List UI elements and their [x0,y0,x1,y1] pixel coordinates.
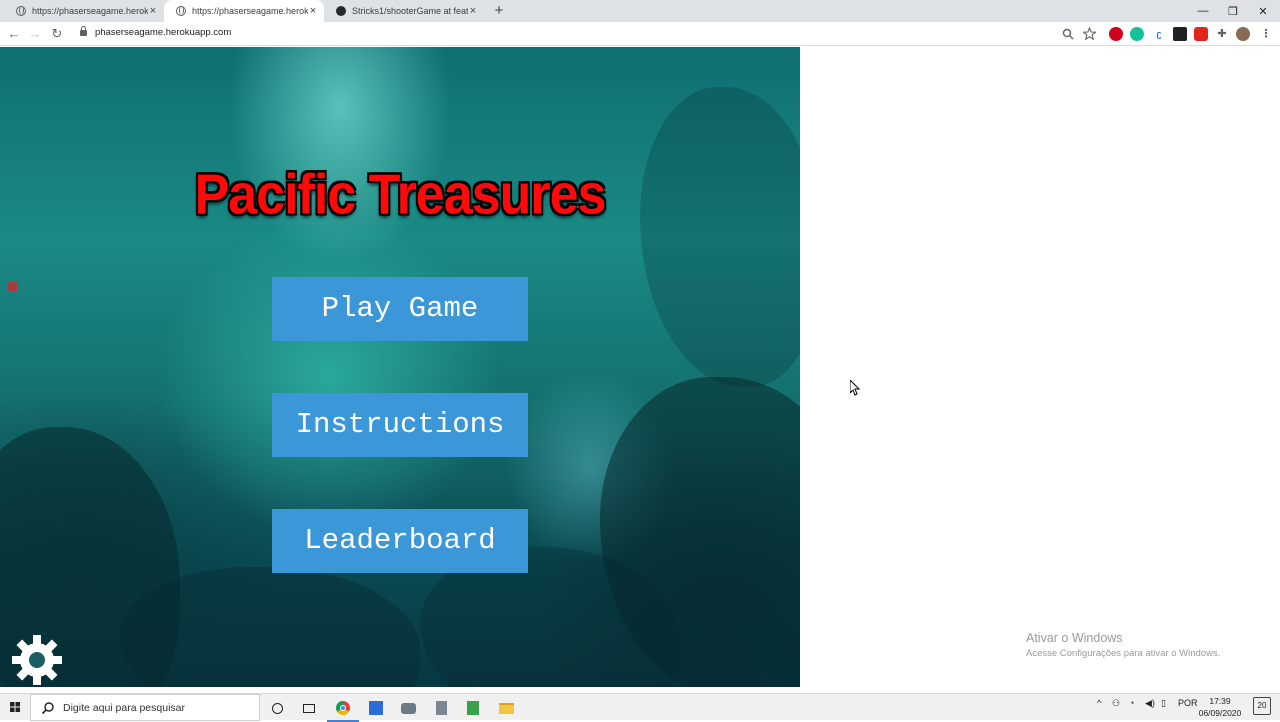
minimize-button[interactable]: — [1188,0,1218,22]
back-button[interactable]: ← [5,25,23,43]
profile-avatar[interactable] [1236,27,1250,41]
search-icon [41,701,54,714]
tab-title: Stricks1/shooterGame at feature [352,6,468,16]
bookmark-star-icon[interactable] [1083,27,1096,40]
close-window-button[interactable]: ✕ [1248,0,1278,22]
reload-button[interactable]: ↻ [48,25,66,43]
search-placeholder: Digite aqui para pesquisar [63,701,185,714]
tray-volume-icon[interactable]: ◀) [1145,698,1155,709]
close-tab-icon[interactable]: × [148,6,158,17]
clock-time: 17:39 [1209,696,1231,706]
browser-tab-2[interactable]: https://phaserseagame.herokuapp × [164,0,324,22]
mouse-cursor-icon [850,380,860,396]
extensions-puzzle-icon[interactable]: ✚ [1215,27,1229,41]
new-tab-button[interactable]: + [492,2,506,20]
chrome-taskbar-icon[interactable] [327,698,359,722]
game-canvas[interactable]: Pacific Treasures Play Game Instructions… [0,47,800,687]
tab-strip: https://phaserseagame.herokuapp × https:… [0,0,1280,22]
notification-center-icon[interactable]: 20 [1253,697,1271,715]
tab-title: https://phaserseagame.herokuapp [192,6,308,16]
globe-icon [176,6,186,16]
zoom-icon[interactable] [1062,28,1074,40]
notepad-app-icon[interactable] [463,698,483,718]
instructions-button[interactable]: Instructions [272,393,528,457]
browser-tab-1[interactable]: https://phaserseagame.herokuapp × [4,0,164,22]
calculator-app-icon[interactable] [431,698,451,718]
reef-silhouette [120,567,420,687]
browser-toolbar: ← → ↻ phaserseagame.herokuapp.com ʗ ✚ ⋮ [0,22,1280,46]
red-marker [8,282,17,291]
close-tab-icon[interactable]: × [468,6,478,17]
globe-icon [16,6,26,16]
tray-wifi-icon[interactable]: ◔ [1129,698,1134,708]
clock-date: 06/09/2020 [1198,708,1242,718]
file-explorer-icon[interactable] [496,698,516,718]
task-view-icon[interactable] [299,698,319,718]
watermark-subtitle: Acesse Configurações para ativar o Windo… [1026,648,1221,659]
page-viewport: Pacific Treasures Play Game Instructions… [0,47,1280,693]
video-extension-icon[interactable] [1194,27,1208,41]
translate-app-icon[interactable] [366,698,386,718]
ruins-silhouette [640,87,800,387]
windows-start-icon[interactable] [0,694,30,721]
lock-icon[interactable] [80,26,87,36]
taskbar-search-input[interactable]: Digite aqui para pesquisar [30,694,260,721]
tray-battery-icon[interactable]: ▯ [1161,698,1166,709]
settings-gear-icon[interactable] [10,633,64,687]
opera-extension-icon[interactable] [1109,27,1123,41]
language-indicator[interactable]: POR [1178,698,1198,708]
refresh-extension-icon[interactable]: ʗ [1152,27,1166,41]
restore-button[interactable]: ❐ [1218,0,1248,22]
forward-button[interactable]: → [26,25,44,43]
screen-extension-icon[interactable] [1173,27,1187,41]
watermark-title: Ativar o Windows [1026,631,1123,645]
github-icon [336,6,346,16]
windows-activation-watermark: Ativar o Windows Acesse Configurações pa… [1026,631,1220,659]
windows-taskbar: Digite aqui para pesquisar ^ ⚇ ◔ ◀) ▯ PO… [0,693,1280,722]
tray-chevron-icon[interactable]: ^ [1097,698,1101,708]
game-title: Pacific Treasures [194,163,607,227]
taskbar-clock[interactable]: 17:39 06/09/2020 [1196,695,1244,719]
grammarly-extension-icon[interactable] [1130,27,1144,41]
close-tab-icon[interactable]: × [308,6,318,17]
play-game-button[interactable]: Play Game [272,277,528,341]
tab-title: https://phaserseagame.herokuapp [32,6,148,16]
browser-tab-3[interactable]: Stricks1/shooterGame at feature × [324,0,484,22]
address-bar[interactable]: phaserseagame.herokuapp.com [95,27,231,38]
tray-people-icon[interactable]: ⚇ [1112,698,1120,709]
leaderboard-button[interactable]: Leaderboard [272,509,528,573]
menu-kebab-icon[interactable]: ⋮ [1259,27,1273,41]
cortana-circle-icon[interactable] [267,698,287,718]
network-app-icon[interactable] [398,698,418,718]
